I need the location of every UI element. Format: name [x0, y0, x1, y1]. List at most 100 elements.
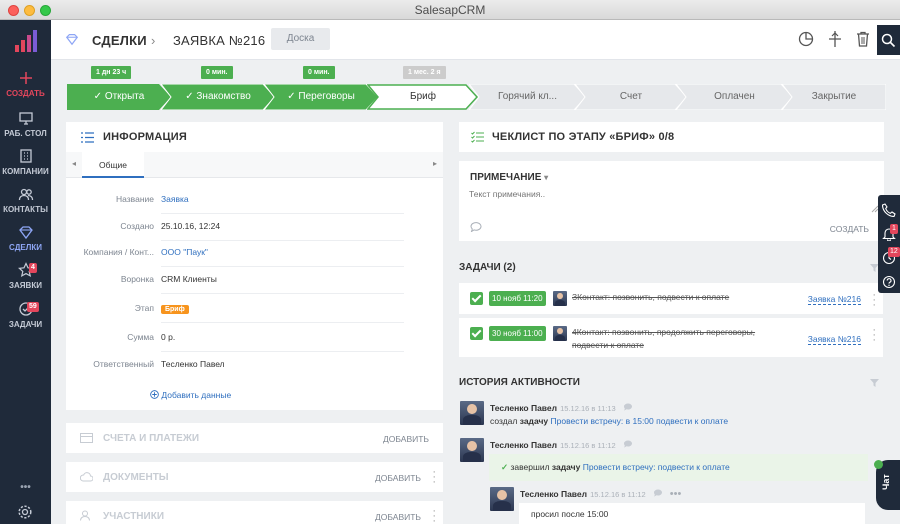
task-deal-link[interactable]: Заявка №216 [807, 334, 861, 345]
plus-circle-icon [150, 390, 159, 399]
zoom-window-button[interactable] [40, 5, 51, 16]
info-tabs: ◂ Общие ▸ [66, 152, 443, 178]
avatar [460, 401, 484, 425]
window-titlebar: SalesapCRM [0, 0, 900, 20]
sidebar-item-tasks[interactable]: 59 ЗАДАЧИ [0, 301, 51, 329]
pipeline-stage-brief[interactable]: Бриф [367, 84, 479, 110]
comment-bubble: просил после 15:00 [519, 503, 865, 524]
history-entry: Тесленко Павел 15.12.16 в 11:13 создал з… [459, 400, 869, 430]
task-checkbox[interactable] [470, 327, 483, 340]
history-completed-block: ✓ завершил задачу Провести встречу: подв… [489, 454, 868, 481]
author-name[interactable]: Тесленко Павел [490, 440, 557, 450]
phone-icon[interactable] [882, 203, 896, 217]
chart-pie-icon[interactable] [797, 30, 815, 48]
documents-menu-icon[interactable]: · · · [432, 467, 436, 488]
add-document-button[interactable]: ДОБАВИТЬ [375, 473, 421, 483]
add-participant-button[interactable]: ДОБАВИТЬ [375, 512, 421, 522]
sidebar-item-contacts[interactable]: КОНТАКТЫ [0, 186, 51, 214]
card-icon [80, 433, 93, 443]
checklist-title: ЧЕКЛИСТ ПО ЭТАПУ «БРИФ» 0/8 [492, 131, 675, 143]
sidebar-item-deals[interactable]: СДЕЛКИ [0, 224, 51, 252]
participants-menu-icon[interactable]: · · · [432, 506, 436, 524]
sidebar-item-create[interactable]: СОЗДАТЬ [0, 70, 51, 98]
building-icon [19, 149, 32, 163]
close-window-button[interactable] [8, 5, 19, 16]
entry-time: 15.12.16 в 11:13 [560, 404, 616, 413]
history-entry: Тесленко Павел 15.12.16 в 11:12 ••• прос… [489, 486, 869, 524]
add-invoice-button[interactable]: ДОБАВИТЬ [383, 434, 429, 444]
stage-time-badge: 1 дн 23 ч [91, 66, 132, 79]
pipeline-stage-paid[interactable]: Оплачен [676, 84, 793, 110]
task-menu-icon[interactable]: · · · [872, 325, 876, 346]
comment-icon[interactable] [623, 440, 633, 448]
breadcrumb-separator: › [151, 33, 156, 48]
documents-section: ДОКУМЕНТЫ ДОБАВИТЬ · · · [66, 462, 443, 492]
entry-time: 15.12.16 в 11:12 [590, 490, 646, 499]
task-checkbox[interactable] [470, 292, 483, 305]
pipeline-stage-acquaintance[interactable]: ✓ Знакомство [161, 84, 275, 110]
desktop-icon [18, 112, 33, 125]
history-task-link[interactable]: Провести встречу: подвести к оплате [583, 462, 730, 472]
sidebar-item-companies[interactable]: КОМПАНИИ [0, 148, 51, 176]
help-icon[interactable] [882, 275, 896, 289]
contacts-icon [18, 188, 33, 201]
checklist-header[interactable]: ЧЕКЛИСТ ПО ЭТАПУ «БРИФ» 0/8 [459, 122, 884, 152]
cloud-icon [80, 472, 93, 482]
notifications-badge: 1 [890, 224, 898, 234]
tabs-next-arrow[interactable]: ▸ [433, 159, 437, 168]
merge-icon[interactable] [826, 30, 844, 48]
diamond-icon [65, 34, 79, 46]
comment-icon[interactable] [623, 403, 633, 411]
filter-icon[interactable] [870, 379, 879, 387]
create-note-button[interactable]: СОЗДАТЬ [830, 224, 869, 234]
pipeline-stage-open[interactable]: ✓ Открыта [67, 84, 171, 110]
page-header: СДЕЛКИ › ЗАЯВКА №216 Доска [51, 20, 900, 60]
board-button[interactable]: Доска [271, 28, 330, 50]
comment-icon[interactable] [470, 222, 482, 232]
author-name[interactable]: Тесленко Павел [490, 403, 557, 413]
comment-icon[interactable] [653, 489, 663, 497]
note-type-dropdown[interactable]: ПРИМЕЧАНИЕ ▾ [470, 172, 548, 183]
list-icon [81, 132, 94, 143]
chat-online-dot [874, 460, 883, 469]
more-menu-button[interactable]: ••• [0, 482, 51, 493]
pipeline-stage-hot-client[interactable]: Горячий кл... [469, 84, 586, 110]
users-icon [80, 510, 90, 521]
author-name[interactable]: Тесленко Павел [520, 489, 587, 499]
note-textarea[interactable] [469, 189, 864, 211]
app-logo[interactable] [13, 28, 39, 54]
stage-time-badge: 0 мин. [201, 66, 233, 79]
chevron-down-icon: ▾ [544, 173, 549, 182]
search-button[interactable] [877, 25, 900, 55]
tabs-prev-arrow[interactable]: ◂ [72, 159, 76, 168]
pipeline-stage-negotiation[interactable]: ✓ Переговоры [264, 84, 378, 110]
history-task-link[interactable]: Провести встречу: в 15:00 подвести к опл… [551, 416, 729, 426]
task-deal-link[interactable]: Заявка №216 [807, 294, 861, 305]
tab-general[interactable]: Общие [82, 152, 144, 178]
pipeline-stage-invoice[interactable]: Счет [575, 84, 687, 110]
stage-time-badge: 0 мин. [303, 66, 335, 79]
pipeline-stage-closing[interactable]: Закрытие [782, 84, 886, 110]
avatar [490, 487, 514, 511]
task-text[interactable]: 4Контакт: позвонить, продолжить перегово… [572, 327, 755, 337]
task-menu-icon[interactable]: · · · [872, 290, 876, 311]
minimize-window-button[interactable] [24, 5, 35, 16]
task-text[interactable]: ЗКонтакт: позвонить, подвести к оплате [572, 292, 729, 302]
chat-button[interactable]: Чат [874, 460, 900, 510]
sidebar-item-desktop[interactable]: РАБ. СТОЛ [0, 110, 51, 138]
sidebar-item-requests[interactable]: 4 ЗАЯВКИ [0, 262, 51, 290]
stage-time-badge: 1 мес. 2 я [403, 66, 446, 79]
add-data-button[interactable]: Добавить данные [150, 390, 231, 400]
trash-icon[interactable] [854, 30, 872, 48]
tasks-count-badge: 59 [27, 302, 39, 312]
avatar [553, 291, 567, 306]
breadcrumb-deals-link[interactable]: СДЕЛКИ [92, 33, 147, 48]
stage-tag[interactable]: Бриф [161, 305, 189, 314]
note-card: ПРИМЕЧАНИЕ ▾ СОЗДАТЬ [459, 161, 884, 241]
page-title: ЗАЯВКА №216 [173, 33, 266, 48]
task-date: 30 нояб 11:00 [489, 326, 546, 341]
deal-name-link[interactable]: Заявка [161, 194, 189, 204]
gear-icon[interactable] [17, 504, 33, 520]
company-link[interactable]: ООО "Паук" [161, 247, 208, 257]
entry-more-icon[interactable]: ••• [670, 488, 682, 500]
